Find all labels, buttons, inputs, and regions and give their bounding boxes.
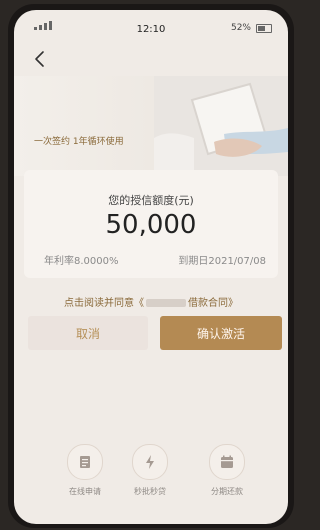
feature-label: 在线申请 bbox=[69, 487, 101, 496]
credit-card-panel: 您的授信额度(元) 50,000 年利率8.0000% 到期日2021/07/0… bbox=[24, 170, 278, 278]
hero-banner: 一次签约 1年循环使用 bbox=[14, 76, 288, 176]
status-right: 52% bbox=[231, 23, 272, 33]
agreement-suffix: 借款合同》 bbox=[188, 298, 238, 309]
feature-label: 秒批秒贷 bbox=[134, 487, 166, 496]
credit-limit-amount: 50,000 bbox=[105, 210, 197, 240]
feature-fast-loan[interactable]: 秒批秒贷 bbox=[115, 444, 185, 497]
credit-limit-label: 您的授信额度(元) bbox=[108, 194, 194, 207]
annual-rate: 年利率8.0000% bbox=[44, 256, 119, 267]
due-date: 到期日2021/07/08 bbox=[178, 256, 266, 267]
hero-slogan: 一次签约 1年循环使用 bbox=[34, 137, 124, 147]
agreement-link[interactable]: 点击阅读并同意《 借款合同》 bbox=[14, 294, 288, 309]
document-icon bbox=[67, 444, 103, 480]
status-bar: 12:10 52% bbox=[14, 10, 288, 40]
feature-row: 在线申请 秒批秒贷 分期还款 bbox=[14, 444, 288, 504]
lightning-icon bbox=[132, 444, 168, 480]
phone-frame: 12:10 52% 一次签约 1年循环使用 您的授信额度(元) 50,000 年… bbox=[8, 4, 294, 528]
cancel-button[interactable]: 取消 bbox=[28, 316, 148, 350]
calendar-icon bbox=[209, 444, 245, 480]
hand-holding-tablet-illustration bbox=[154, 76, 288, 176]
feature-installment[interactable]: 分期还款 bbox=[192, 444, 262, 497]
battery-icon bbox=[256, 23, 272, 33]
feature-online-apply[interactable]: 在线申请 bbox=[50, 444, 120, 497]
redacted-text bbox=[146, 299, 186, 307]
back-chevron-icon[interactable] bbox=[28, 46, 54, 72]
app-screen: 12:10 52% 一次签约 1年循环使用 您的授信额度(元) 50,000 年… bbox=[14, 10, 288, 524]
feature-label: 分期还款 bbox=[211, 487, 243, 496]
agreement-prefix: 点击阅读并同意《 bbox=[64, 298, 144, 309]
battery-percent: 52% bbox=[230, 23, 251, 33]
confirm-activate-button[interactable]: 确认激活 bbox=[160, 316, 282, 350]
